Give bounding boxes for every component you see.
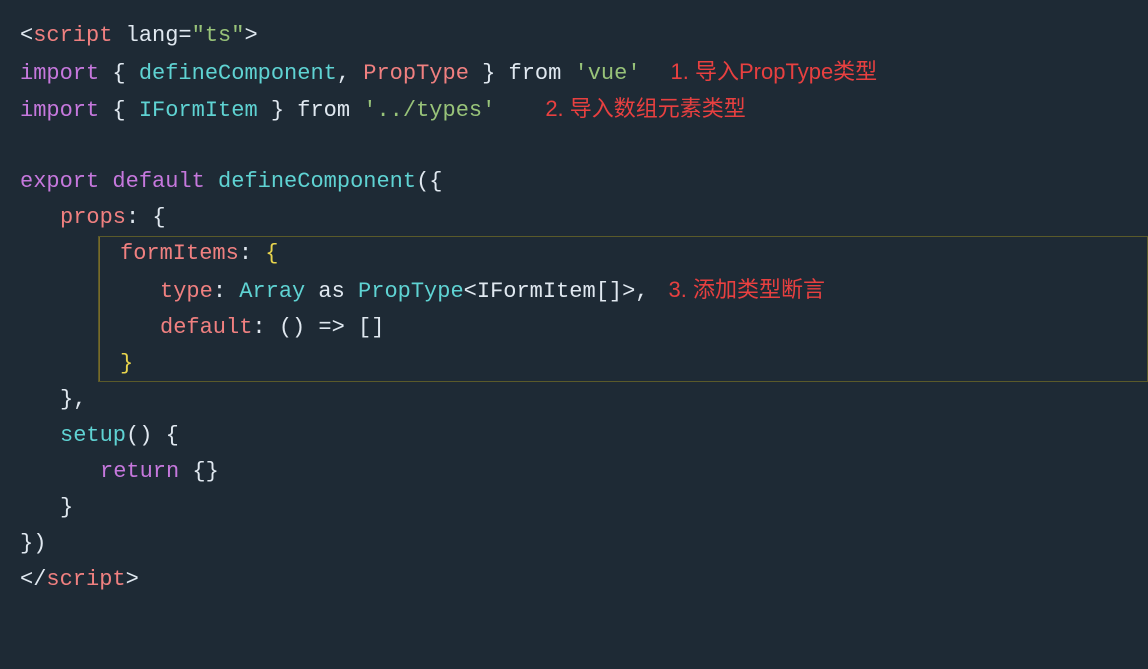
code-text: > bbox=[126, 562, 139, 597]
code-line-16: </script> bbox=[20, 562, 1148, 598]
code-text: </ bbox=[20, 562, 46, 597]
code-text: ({ bbox=[416, 164, 442, 199]
annotation-2: 2. 导入数组元素类型 bbox=[545, 91, 745, 126]
annotation-1: 1. 导入PropType类型 bbox=[671, 54, 878, 89]
code-text: { bbox=[99, 93, 139, 128]
code-line-14: } bbox=[20, 490, 1148, 526]
code-line-7: formItems: { bbox=[100, 236, 1148, 272]
code-line-15: }) bbox=[20, 526, 1148, 562]
code-line-3: import { IFormItem } from '../types' 2. … bbox=[20, 91, 1148, 128]
code-text: type bbox=[160, 274, 213, 309]
code-text: { bbox=[265, 236, 278, 271]
code-line-12: setup() { bbox=[20, 418, 1148, 454]
code-text: {} bbox=[179, 454, 219, 489]
code-text bbox=[205, 164, 218, 199]
code-keyword: export bbox=[20, 164, 99, 199]
code-keyword: default bbox=[112, 164, 204, 199]
code-text: () { bbox=[126, 418, 179, 453]
code-line-6: props: { bbox=[20, 200, 1148, 236]
code-editor: <script lang="ts"> import { defineCompon… bbox=[0, 0, 1148, 669]
code-line-5: export default defineComponent({ bbox=[20, 164, 1148, 200]
code-keyword: import bbox=[20, 56, 99, 91]
code-text: '../types' bbox=[350, 93, 495, 128]
code-line-9: default: () => [] bbox=[100, 310, 1148, 346]
code-text bbox=[99, 164, 112, 199]
code-text: from bbox=[509, 56, 562, 91]
code-line-4 bbox=[20, 128, 1148, 164]
code-text: , bbox=[337, 56, 363, 91]
code-text: }, bbox=[60, 382, 86, 417]
code-text: PropType bbox=[363, 56, 469, 91]
code-line-8: type: Array as PropType<IFormItem[]>, 3.… bbox=[100, 272, 1148, 309]
code-text: formItems bbox=[120, 236, 239, 271]
annotation-3: 3. 添加类型断言 bbox=[669, 272, 825, 307]
code-text: : bbox=[239, 236, 265, 271]
code-keyword: return bbox=[100, 454, 179, 489]
code-text: script bbox=[46, 562, 125, 597]
code-text: : () => [] bbox=[252, 310, 384, 345]
code-text: PropType bbox=[358, 274, 464, 309]
code-text: as bbox=[305, 274, 358, 309]
code-text: } bbox=[60, 490, 73, 525]
code-line-2: import { defineComponent, PropType } fro… bbox=[20, 54, 1148, 91]
code-text: } bbox=[258, 93, 298, 128]
code-text: <IFormItem[]>, bbox=[464, 274, 649, 309]
code-text: IFormItem bbox=[139, 93, 258, 128]
code-text: "ts" bbox=[192, 18, 245, 53]
code-text: props bbox=[60, 200, 126, 235]
code-text: defineComponent bbox=[139, 56, 337, 91]
code-text: > bbox=[244, 18, 257, 53]
code-line-13: return {} bbox=[20, 454, 1148, 490]
code-keyword: import bbox=[20, 93, 99, 128]
code-text: setup bbox=[60, 418, 126, 453]
formitems-block: formItems: { type: Array as PropType<IFo… bbox=[100, 236, 1148, 381]
code-text: }) bbox=[20, 526, 46, 561]
code-line-11: }, bbox=[20, 382, 1148, 418]
code-text: from bbox=[297, 93, 350, 128]
code-text: { bbox=[99, 56, 139, 91]
code-text: < bbox=[20, 18, 33, 53]
code-text: lang= bbox=[112, 18, 191, 53]
code-text: } bbox=[469, 56, 509, 91]
code-text: Array bbox=[239, 274, 305, 309]
code-text: } bbox=[120, 346, 133, 381]
code-text: script bbox=[33, 18, 112, 53]
code-text: default bbox=[160, 310, 252, 345]
code-text: : { bbox=[126, 200, 166, 235]
code-line-1: <script lang="ts"> bbox=[20, 18, 1148, 54]
code-text: defineComponent bbox=[218, 164, 416, 199]
code-text: : bbox=[213, 274, 239, 309]
code-text: 'vue' bbox=[561, 56, 640, 91]
code-line-10: } bbox=[100, 346, 1148, 382]
